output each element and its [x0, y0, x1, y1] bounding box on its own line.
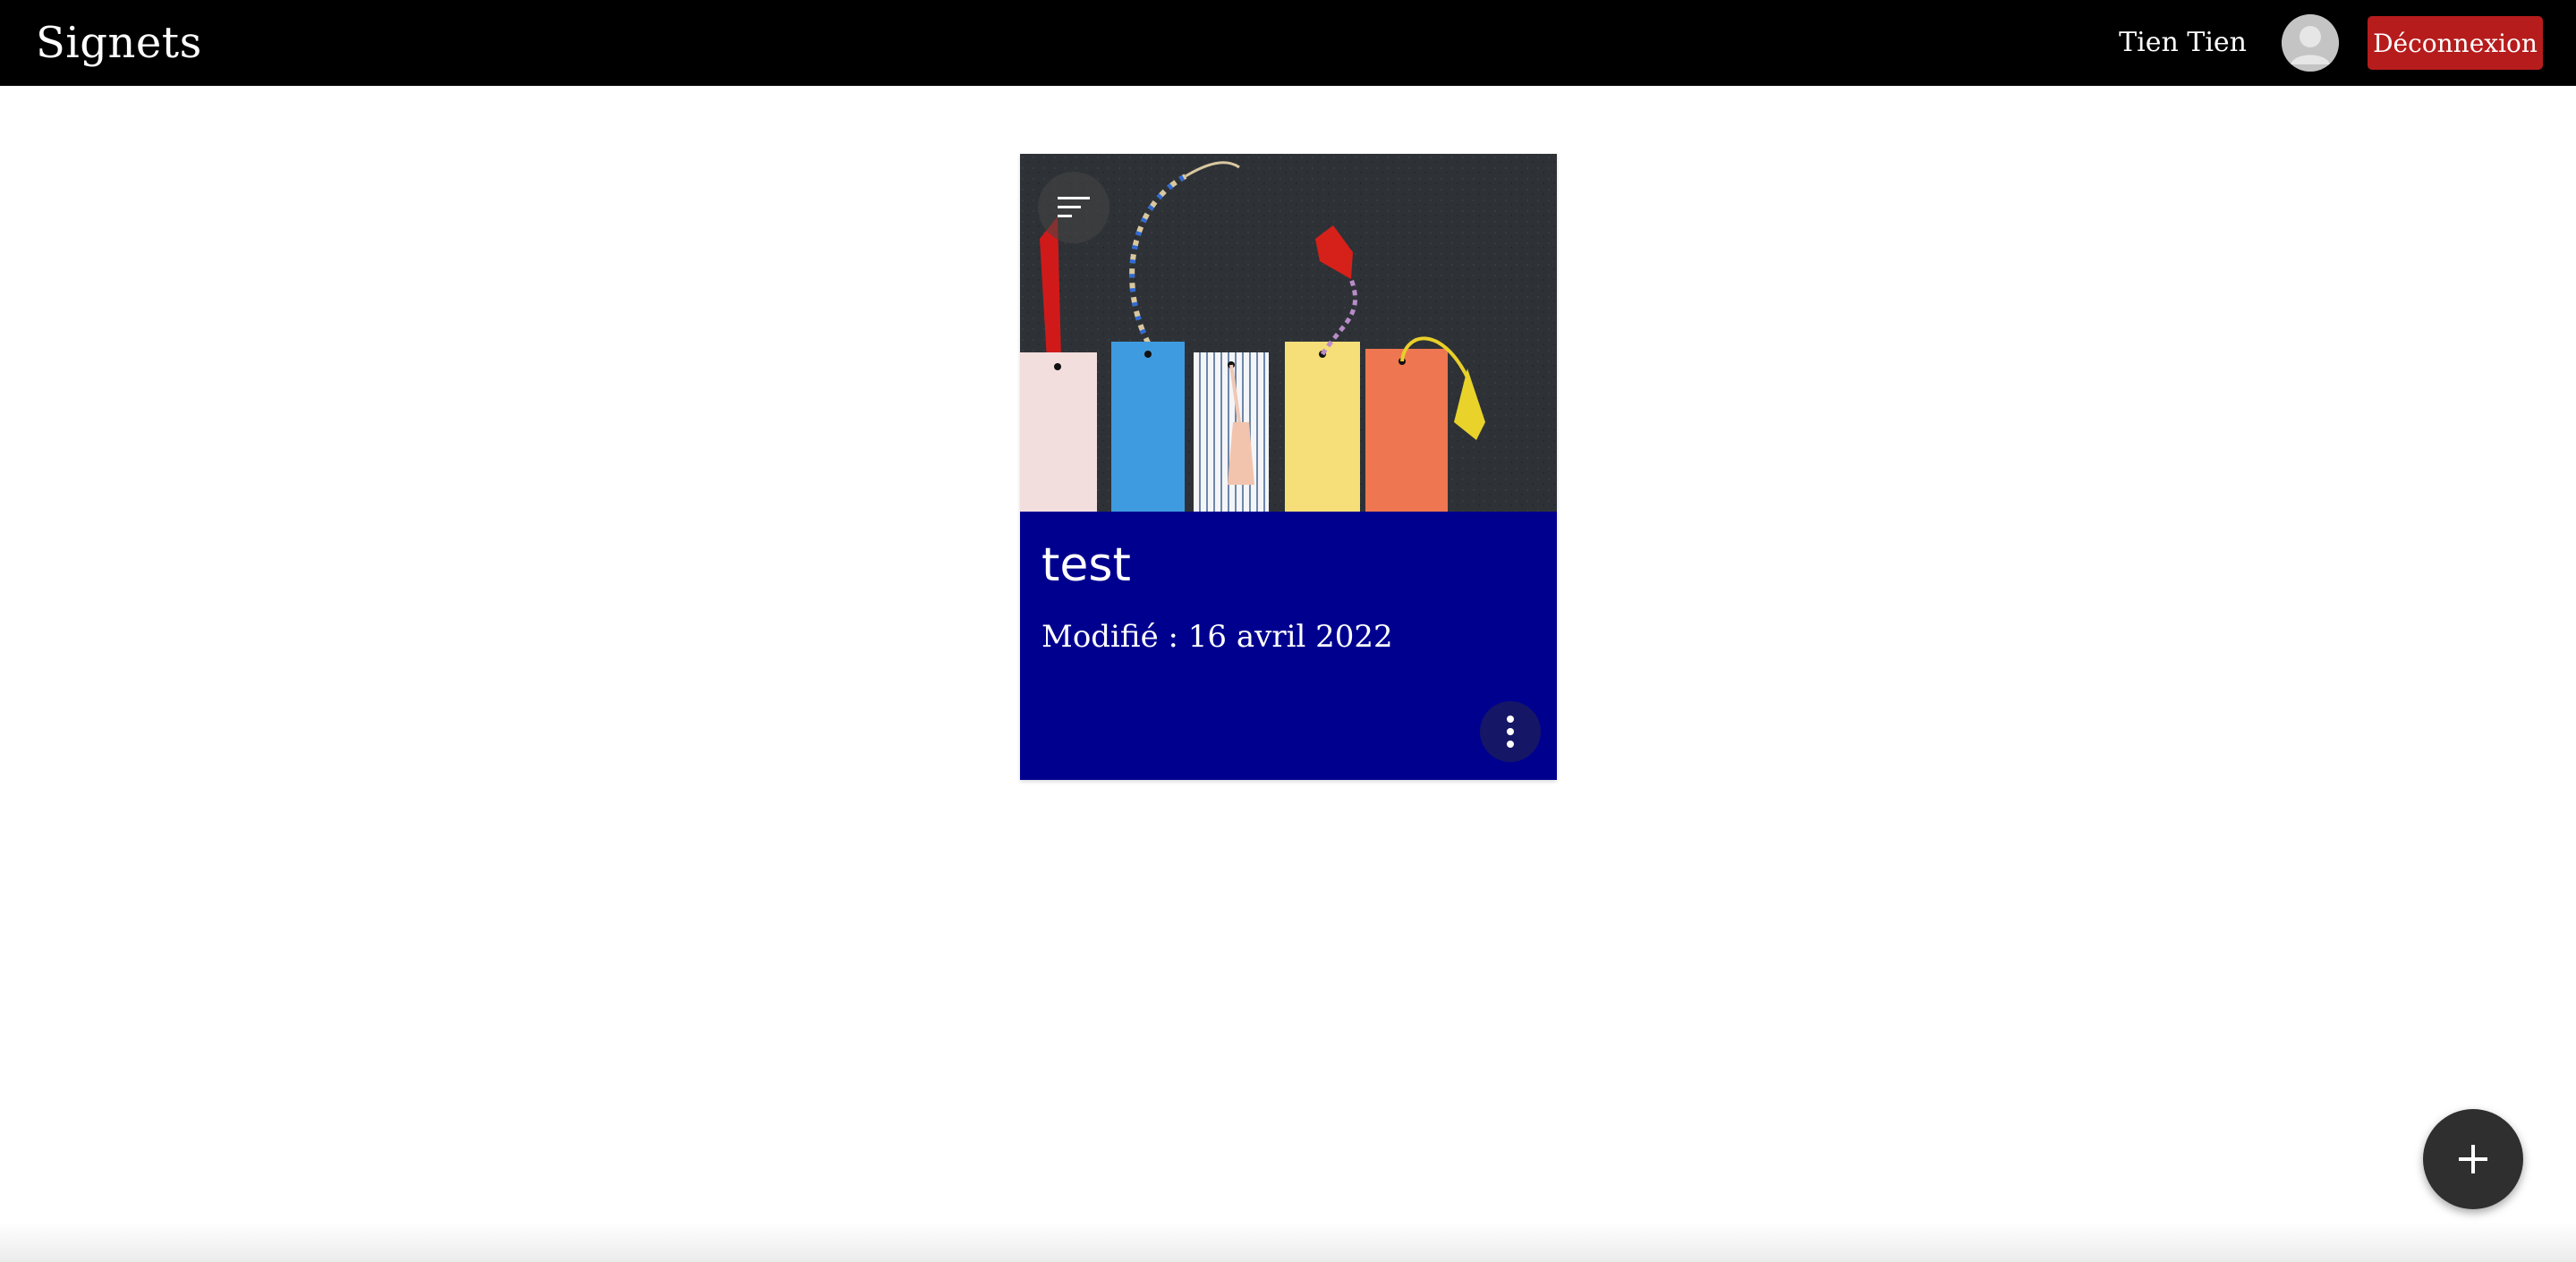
card-modified-date: Modifié : 16 avril 2022: [1041, 619, 1393, 655]
add-bookmark-button[interactable]: [2423, 1109, 2523, 1209]
app-title: Signets: [36, 18, 202, 68]
sort-button[interactable]: [1038, 172, 1109, 243]
plus-icon: [2459, 1145, 2487, 1173]
avatar[interactable]: [2282, 14, 2339, 72]
bookmark-card[interactable]: test Modifié : 16 avril 2022: [1020, 154, 1557, 780]
person-avatar-icon: [2282, 14, 2339, 72]
bottom-shade: [0, 1222, 2576, 1262]
sort-icon: [1058, 197, 1090, 217]
user-name: Tien Tien: [2119, 27, 2247, 58]
logout-button[interactable]: Déconnexion: [2368, 16, 2543, 70]
more-vert-icon: [1507, 716, 1514, 748]
card-title: test: [1041, 538, 1131, 592]
app-bar: Signets Tien Tien Déconnexion: [0, 0, 2576, 86]
card-menu-button[interactable]: [1480, 701, 1541, 762]
